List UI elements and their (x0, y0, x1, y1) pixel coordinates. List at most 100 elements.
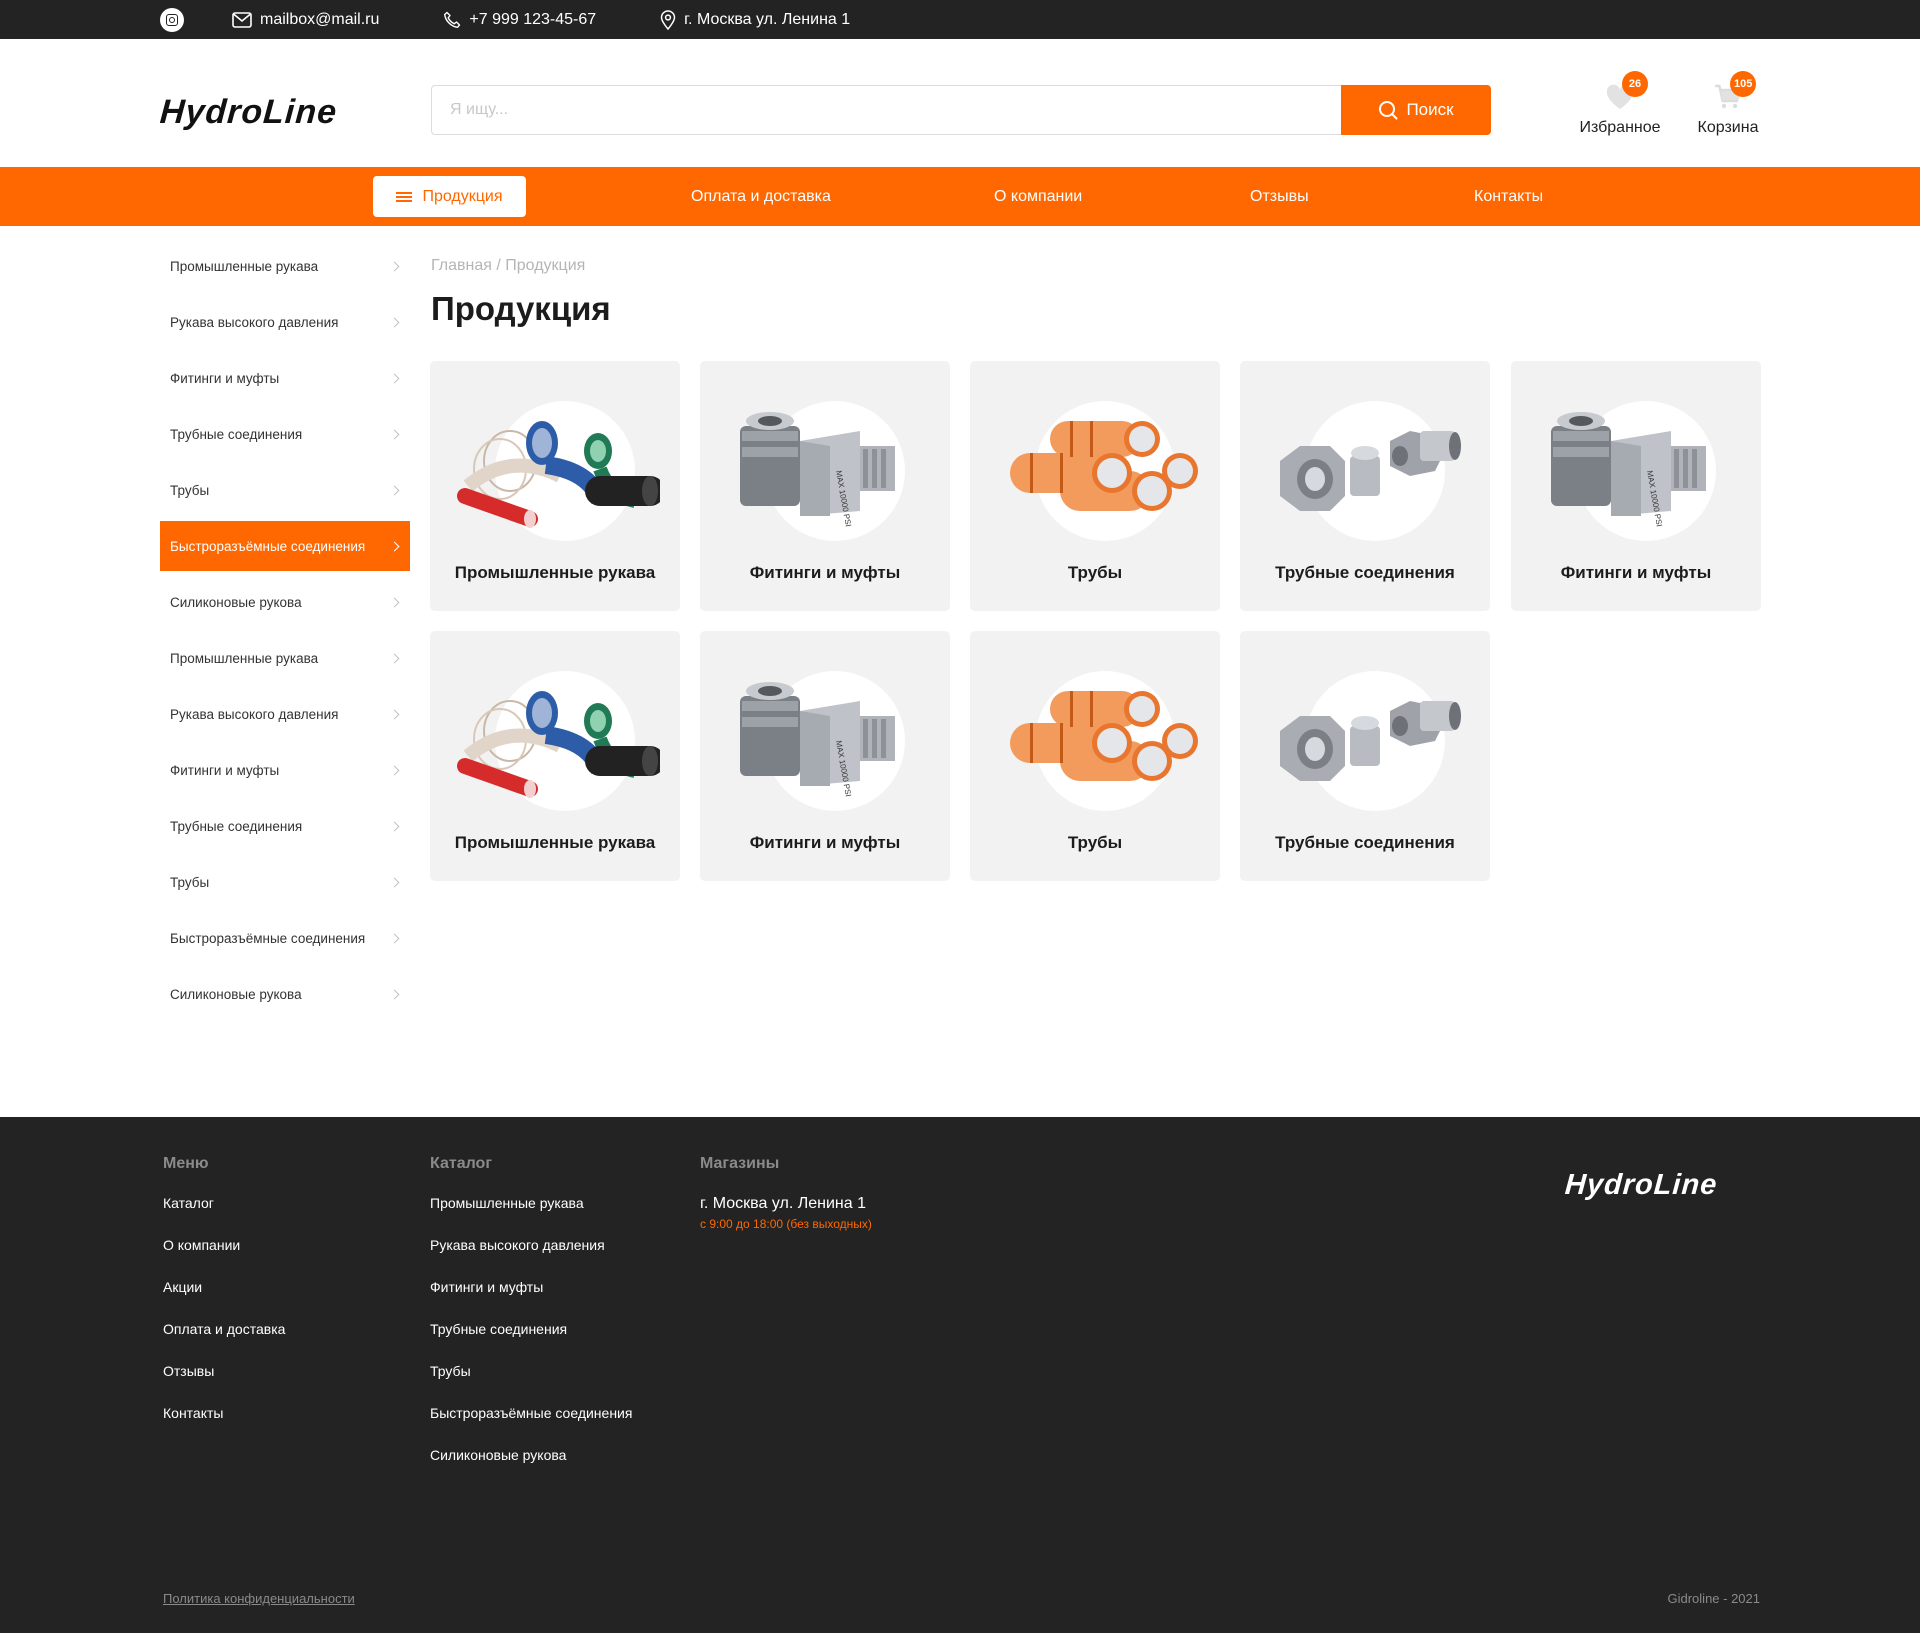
email-text: mailbox@mail.ru (260, 10, 380, 28)
sidebar-item[interactable]: Фитинги и муфты (160, 350, 410, 406)
chevron-right-icon (389, 877, 400, 887)
product-card[interactable]: Промышленные рукава (430, 631, 680, 881)
site-logo[interactable]: HydroLine (159, 93, 339, 132)
search-icon (1379, 101, 1398, 120)
store-address: г. Москва ул. Ленина 1 (700, 1195, 866, 1212)
sidebar-item[interactable]: Трубы (160, 854, 410, 910)
product-card-label: Промышленные рукава (454, 563, 656, 582)
footer-menu-link[interactable]: Контакты (163, 1405, 285, 1447)
footer-stores-column: Магазины г. Москва ул. Ленина 1 с 9:00 д… (700, 1155, 872, 1231)
footer-catalog-link[interactable]: Силиконовые рукова (430, 1447, 632, 1489)
sidebar-item[interactable]: Рукава высокого давления (160, 294, 410, 350)
product-image (450, 661, 665, 811)
footer-logo[interactable]: HydroLine (1564, 1169, 1719, 1202)
chevron-right-icon (389, 261, 400, 271)
cart-label: Корзина (1697, 119, 1759, 136)
search-bar: Поиск (431, 85, 1491, 135)
copyright: Gidroline - 2021 (1667, 1591, 1761, 1606)
privacy-policy-link[interactable]: Политика конфиденциальности (163, 1591, 355, 1606)
chevron-right-icon (389, 317, 400, 327)
product-card-label: Трубные соединения (1275, 563, 1455, 582)
footer-menu-title: Меню (163, 1155, 209, 1172)
product-card-label: Трубы (1067, 833, 1123, 852)
sidebar-item-label: Трубы (170, 874, 210, 890)
search-input[interactable] (431, 85, 1341, 135)
phone-text: +7 999 123-45-67 (469, 10, 597, 28)
cart-count-badge: 105 (1730, 71, 1757, 97)
sidebar-item-label: Быстроразъёмные соединения (170, 538, 366, 554)
nav-payment-delivery[interactable]: Оплата и доставка (691, 167, 831, 226)
sidebar-item-label: Рукава высокого давления (170, 314, 339, 330)
footer-catalog-title: Каталог (430, 1155, 492, 1172)
product-image (1260, 391, 1470, 541)
footer-menu-link[interactable]: Оплата и доставка (163, 1321, 285, 1363)
footer-catalog-link[interactable]: Рукава высокого давления (430, 1237, 632, 1279)
footer-catalog-link[interactable]: Быстроразъёмные соединения (430, 1405, 632, 1447)
favorites-link[interactable]: 26 Избранное (1578, 71, 1662, 137)
search-button[interactable]: Поиск (1341, 85, 1491, 135)
chevron-right-icon (389, 765, 400, 775)
footer-menu-link[interactable]: Отзывы (163, 1363, 285, 1405)
footer-catalog-link[interactable]: Фитинги и муфты (430, 1279, 632, 1321)
search-button-label: Поиск (1406, 100, 1454, 119)
sidebar-item[interactable]: Быстроразъёмные соединения (160, 521, 410, 571)
footer-menu-link[interactable]: Акции (163, 1279, 285, 1321)
top-bar: mailbox@mail.ru +7 999 123-45-67 г. Моск… (0, 0, 1920, 39)
product-card[interactable]: MAX 10000 PSI Фитинги и муфты (1511, 361, 1761, 611)
sidebar-item[interactable]: Фитинги и муфты (160, 742, 410, 798)
breadcrumb-current: Продукция (505, 257, 586, 274)
product-image: MAX 10000 PSI (1531, 391, 1741, 541)
sidebar-item[interactable]: Силиконовые рукова (160, 966, 410, 1022)
product-card[interactable]: MAX 10000 PSI Фитинги и муфты (700, 361, 950, 611)
product-card-label: Промышленные рукава (454, 833, 656, 852)
sidebar-item[interactable]: Трубы (160, 462, 410, 518)
topbar-address[interactable]: г. Москва ул. Ленина 1 (660, 9, 850, 30)
chevron-right-icon (389, 541, 400, 551)
cart-link[interactable]: 105 Корзина (1696, 71, 1760, 137)
sidebar-item[interactable]: Трубные соединения (160, 798, 410, 854)
sidebar-item[interactable]: Промышленные рукава (160, 630, 410, 686)
topbar-email[interactable]: mailbox@mail.ru (232, 11, 379, 29)
footer-menu-link[interactable]: Каталог (163, 1195, 285, 1237)
footer-catalog-link[interactable]: Промышленные рукава (430, 1195, 632, 1237)
sidebar-item[interactable]: Силиконовые рукова (160, 574, 410, 630)
sidebar-item-label: Быстроразъёмные соединения (170, 930, 366, 946)
product-card[interactable]: Трубы (970, 361, 1220, 611)
product-card[interactable]: MAX 10000 PSI Фитинги и муфты (700, 631, 950, 881)
sidebar-item-label: Промышленные рукава (170, 650, 319, 666)
product-card-label: Фитинги и муфты (749, 563, 901, 582)
favorites-count-badge: 26 (1622, 71, 1648, 97)
chevron-right-icon (389, 709, 400, 719)
product-image (990, 391, 1200, 541)
chevron-right-icon (389, 429, 400, 439)
product-card[interactable]: Трубы (970, 631, 1220, 881)
instagram-icon[interactable] (160, 7, 184, 32)
products-menu-button[interactable]: Продукция (373, 176, 526, 217)
footer-menu-column: Меню Каталог О компании Акции Оплата и дост… (163, 1155, 285, 1447)
sidebar-item[interactable]: Промышленные рукава (160, 238, 410, 294)
nav-reviews[interactable]: Отзывы (1250, 167, 1309, 226)
sidebar-item[interactable]: Трубные соединения (160, 406, 410, 462)
nav-contacts[interactable]: Контакты (1474, 167, 1543, 226)
topbar-phone[interactable]: +7 999 123-45-67 (443, 11, 596, 29)
page-title: Продукция (431, 290, 611, 327)
footer-catalog-link[interactable]: Трубные соединения (430, 1321, 632, 1363)
product-image (450, 391, 665, 541)
nav-about[interactable]: О компании (994, 167, 1082, 226)
chevron-right-icon (389, 485, 400, 495)
footer-catalog-link[interactable]: Трубы (430, 1363, 632, 1405)
menu-icon (396, 191, 413, 202)
main-nav: Продукция Оплата и доставка О компании О… (0, 167, 1920, 226)
product-card[interactable]: Промышленные рукава (430, 361, 680, 611)
product-card[interactable]: Трубные соединения (1240, 361, 1490, 611)
sidebar-item[interactable]: Рукава высокого давления (160, 686, 410, 742)
sidebar-item-label: Промышленные рукава (170, 258, 319, 274)
category-sidebar: Промышленные рукава Рукава высокого давле… (160, 238, 410, 1022)
product-image (1260, 661, 1470, 811)
sidebar-item[interactable]: Быстроразъёмные соединения (160, 910, 410, 966)
product-card[interactable]: Трубные соединения (1240, 631, 1490, 881)
store-hours: с 9:00 до 18:00 (без выходных) (700, 1217, 872, 1231)
breadcrumb-home[interactable]: Главная (431, 257, 492, 274)
footer-menu-link[interactable]: О компании (163, 1237, 285, 1279)
footer-stores-title: Магазины (700, 1155, 780, 1172)
